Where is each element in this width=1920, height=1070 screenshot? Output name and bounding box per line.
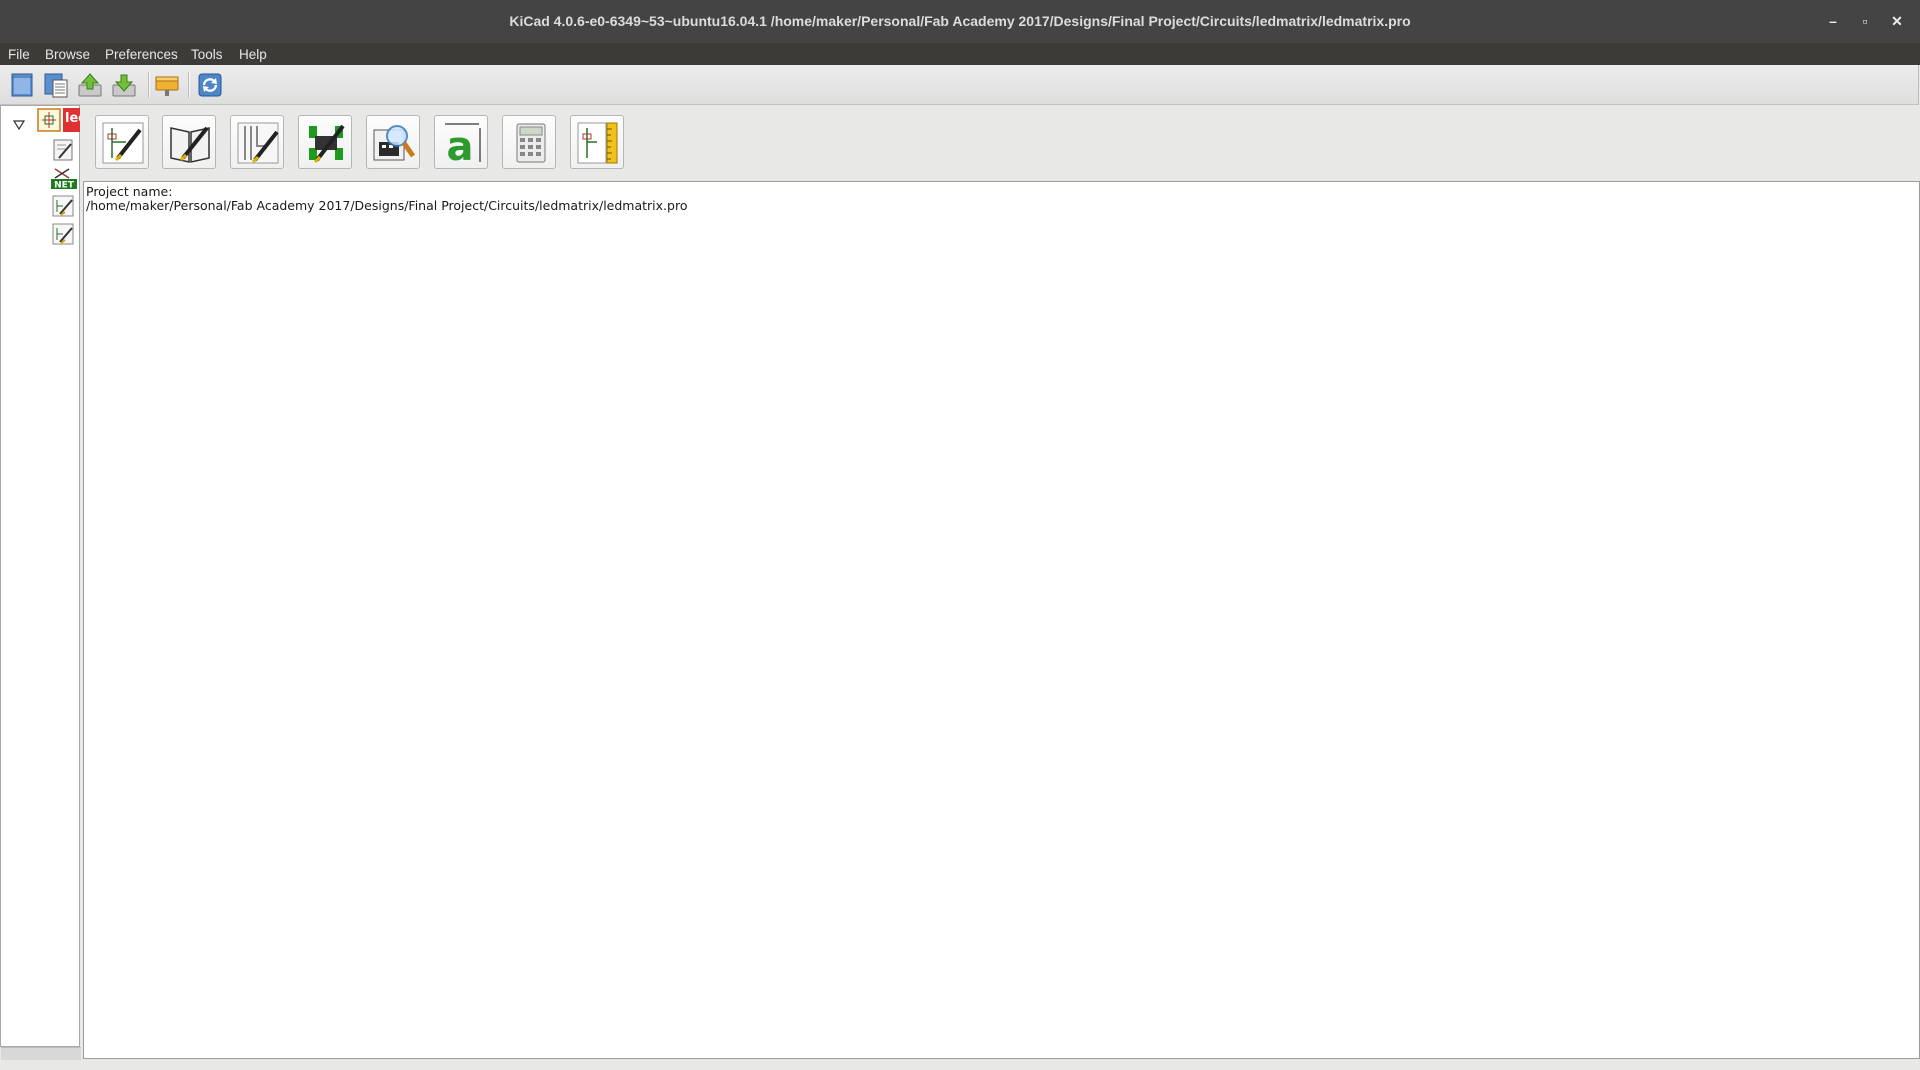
maximize-button[interactable]: ▫ [1854,10,1876,32]
project-path-text: /home/maker/Personal/Fab Academy 2017/De… [86,198,688,213]
library-editor-launcher-button[interactable] [162,115,216,169]
save-project-icon[interactable] [110,71,138,99]
tree-expander-icon[interactable] [12,116,26,131]
new-project-icon[interactable] [8,71,36,99]
new-project-from-template-icon[interactable] [42,71,70,99]
menu-bar: File Browse Preferences Tools Help [0,43,1920,65]
pcb-calculator-icon [516,123,546,163]
project-root-icon[interactable] [37,108,61,132]
menu-file[interactable]: File [7,43,31,67]
main-toolbar [0,65,1919,105]
pcb-calculator-launcher-button[interactable] [502,115,556,169]
pcbnew-icon [237,122,279,164]
schematic-sheet-icon[interactable] [51,194,75,218]
footprint-editor-launcher-button[interactable] [298,115,352,169]
menu-tools[interactable]: Tools [190,43,224,67]
title-bar: KiCad 4.0.6-e0-6349~53~ubuntu16.04.1 /ho… [0,0,1920,43]
toolbar-separator [188,72,190,98]
pl-editor-icon [577,122,618,164]
refresh-icon[interactable] [196,71,224,99]
eeschema-icon [102,122,144,164]
pl-editor-launcher-button[interactable] [570,115,624,169]
pcbnew-launcher-button[interactable] [230,115,284,169]
project-tree: led NET [0,105,80,1047]
gerbview-icon [373,125,416,161]
netlist-badge: NET [54,181,75,191]
archive-project-icon[interactable] [153,71,181,99]
message-panel: Project name: /home/maker/Personal/Fab A… [83,181,1920,1059]
window-title: KiCad 4.0.6-e0-6349~53~ubuntu16.04.1 /ho… [509,13,1411,29]
gerbview-launcher-button[interactable] [366,115,420,169]
footprint-editor-icon [309,124,345,164]
toolbar-separator [148,72,150,98]
project-root-label: led [65,111,80,126]
menu-browse[interactable]: Browse [44,43,91,67]
open-project-icon[interactable] [76,71,104,99]
minimize-button[interactable]: – [1822,10,1844,32]
menu-preferences[interactable]: Preferences [104,43,179,67]
tree-horizontal-scrollbar[interactable] [1,1047,81,1060]
schematic-file-icon[interactable] [51,138,75,162]
menu-help[interactable]: Help [238,43,268,67]
project-name-label: Project name: [86,184,173,199]
eeschema-launcher-button[interactable] [95,115,149,169]
bitmap2component-icon: a [445,123,481,166]
netlist-file-icon[interactable]: NET [51,166,77,191]
library-editor-icon [170,126,210,163]
project-root-label-box[interactable]: led [63,108,80,132]
bitmap2component-launcher-button[interactable]: a [434,115,488,169]
svg-text:a: a [447,124,474,166]
close-button[interactable]: ✕ [1886,10,1908,32]
schematic-sheet-icon[interactable] [51,222,75,246]
